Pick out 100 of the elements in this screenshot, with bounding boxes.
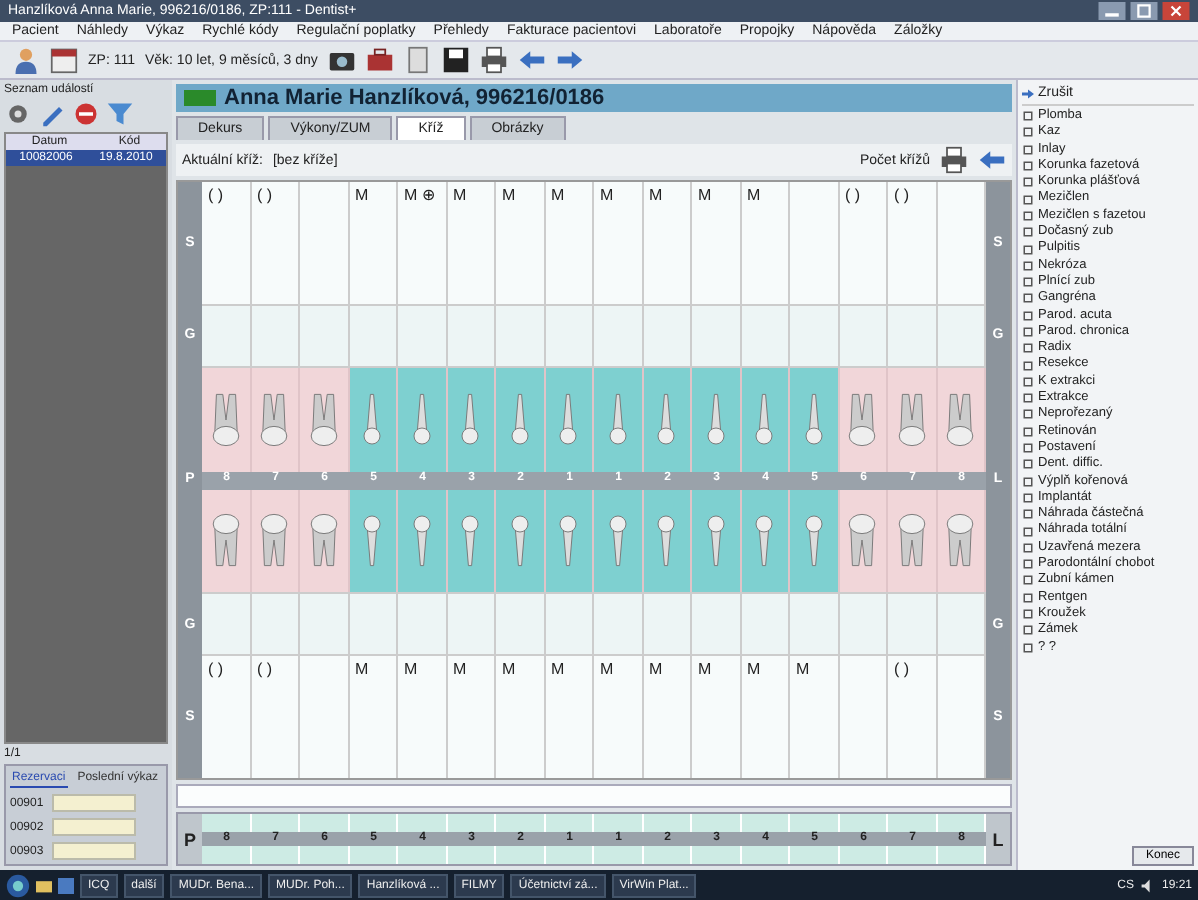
gum-cell[interactable] <box>643 303 692 369</box>
minimize-icon[interactable] <box>1098 2 1126 20</box>
summary-cell[interactable] <box>251 846 300 864</box>
gum-cell[interactable] <box>888 591 937 657</box>
summary-cell[interactable] <box>496 814 545 832</box>
tooth-cell[interactable] <box>888 489 937 592</box>
gum-cell[interactable] <box>643 591 692 657</box>
surface-cell[interactable]: ( ) <box>888 656 937 778</box>
surface-cell[interactable]: M <box>447 656 496 778</box>
gum-cell[interactable] <box>937 591 986 657</box>
summary-cell[interactable] <box>937 846 986 864</box>
close-icon[interactable] <box>1162 2 1190 20</box>
surface-cell[interactable]: M <box>741 182 790 304</box>
folder-icon[interactable] <box>36 877 52 893</box>
summary-cell[interactable] <box>594 814 643 832</box>
tooth-cell[interactable] <box>643 368 692 471</box>
surface-cell[interactable]: ( ) <box>839 182 888 304</box>
arrow-left-icon[interactable] <box>517 46 546 74</box>
gum-cell[interactable] <box>888 303 937 369</box>
summary-cell[interactable] <box>692 814 741 832</box>
maximize-icon[interactable] <box>1130 2 1158 20</box>
surface-cell[interactable]: M <box>349 182 398 304</box>
summary-cell[interactable] <box>937 814 986 832</box>
summary-cell[interactable] <box>888 814 937 832</box>
tooth-cell[interactable] <box>447 489 496 592</box>
summary-cell[interactable] <box>545 846 594 864</box>
surface-cell[interactable] <box>300 656 349 778</box>
arrow-right-icon[interactable] <box>555 46 584 74</box>
gum-cell[interactable] <box>300 303 349 369</box>
gum-cell[interactable] <box>349 591 398 657</box>
surface-cell[interactable]: ( ) <box>202 656 251 778</box>
code-field[interactable] <box>52 794 136 812</box>
tooth-cell[interactable] <box>300 368 349 471</box>
tooth-cell[interactable] <box>937 368 986 471</box>
gum-cell[interactable] <box>496 591 545 657</box>
summary-cell[interactable] <box>741 814 790 832</box>
tooth-cell[interactable] <box>251 489 300 592</box>
tooth-cell[interactable] <box>888 368 937 471</box>
arrow-left-icon[interactable] <box>978 146 1006 174</box>
tooth-cell[interactable] <box>790 368 839 471</box>
tooth-cell[interactable] <box>545 489 594 592</box>
gum-cell[interactable] <box>692 591 741 657</box>
gum-cell[interactable] <box>741 303 790 369</box>
surface-cell[interactable] <box>937 656 986 778</box>
surface-cell[interactable]: M <box>496 656 545 778</box>
delete-icon[interactable] <box>72 100 100 128</box>
tooth-cell[interactable] <box>594 489 643 592</box>
surface-cell[interactable]: M <box>545 656 594 778</box>
filter-icon[interactable] <box>106 100 134 128</box>
surface-cell[interactable] <box>790 182 839 304</box>
tooth-cell[interactable] <box>741 368 790 471</box>
surface-cell[interactable]: M <box>741 656 790 778</box>
briefcase-icon[interactable] <box>365 46 394 74</box>
summary-cell[interactable] <box>349 846 398 864</box>
summary-cell[interactable] <box>545 814 594 832</box>
tooth-cell[interactable] <box>251 368 300 471</box>
speaker-icon[interactable] <box>1139 877 1156 893</box>
gum-cell[interactable] <box>545 303 594 369</box>
tooth-cell[interactable] <box>741 489 790 592</box>
tooth-cell[interactable] <box>790 489 839 592</box>
summary-cell[interactable] <box>202 846 251 864</box>
summary-cell[interactable] <box>839 814 888 832</box>
gum-cell[interactable] <box>839 303 888 369</box>
surface-cell[interactable]: M <box>349 656 398 778</box>
tooth-cell[interactable] <box>545 368 594 471</box>
summary-cell[interactable] <box>300 846 349 864</box>
person-icon[interactable] <box>12 46 40 74</box>
summary-cell[interactable] <box>741 846 790 864</box>
summary-cell[interactable] <box>643 814 692 832</box>
tooth-cell[interactable] <box>398 489 447 592</box>
tooth-cell[interactable] <box>202 368 251 471</box>
summary-cell[interactable] <box>202 814 251 832</box>
surface-cell[interactable]: M <box>594 656 643 778</box>
tooth-cell[interactable] <box>692 368 741 471</box>
gum-cell[interactable] <box>398 303 447 369</box>
gum-cell[interactable] <box>251 591 300 657</box>
gum-cell[interactable] <box>839 591 888 657</box>
surface-cell[interactable]: M <box>545 182 594 304</box>
summary-cell[interactable] <box>790 846 839 864</box>
code-field[interactable] <box>52 842 136 860</box>
tooth-cell[interactable] <box>202 489 251 592</box>
surface-cell[interactable]: ( ) <box>202 182 251 304</box>
tooth-cell[interactable] <box>839 489 888 592</box>
tooth-cell[interactable] <box>496 368 545 471</box>
surface-cell[interactable]: M <box>692 656 741 778</box>
tooth-cell[interactable] <box>300 489 349 592</box>
gum-cell[interactable] <box>790 591 839 657</box>
summary-cell[interactable] <box>790 814 839 832</box>
tooth-cell[interactable] <box>398 368 447 471</box>
surface-cell[interactable]: M ⊕ <box>398 182 447 304</box>
gum-cell[interactable] <box>594 591 643 657</box>
gum-cell[interactable] <box>447 591 496 657</box>
gum-cell[interactable] <box>349 303 398 369</box>
summary-cell[interactable] <box>349 814 398 832</box>
summary-cell[interactable] <box>888 846 937 864</box>
gum-cell[interactable] <box>937 303 986 369</box>
gear-icon[interactable] <box>4 100 32 128</box>
surface-cell[interactable]: M <box>692 182 741 304</box>
gum-cell[interactable] <box>692 303 741 369</box>
surface-cell[interactable]: M <box>643 182 692 304</box>
